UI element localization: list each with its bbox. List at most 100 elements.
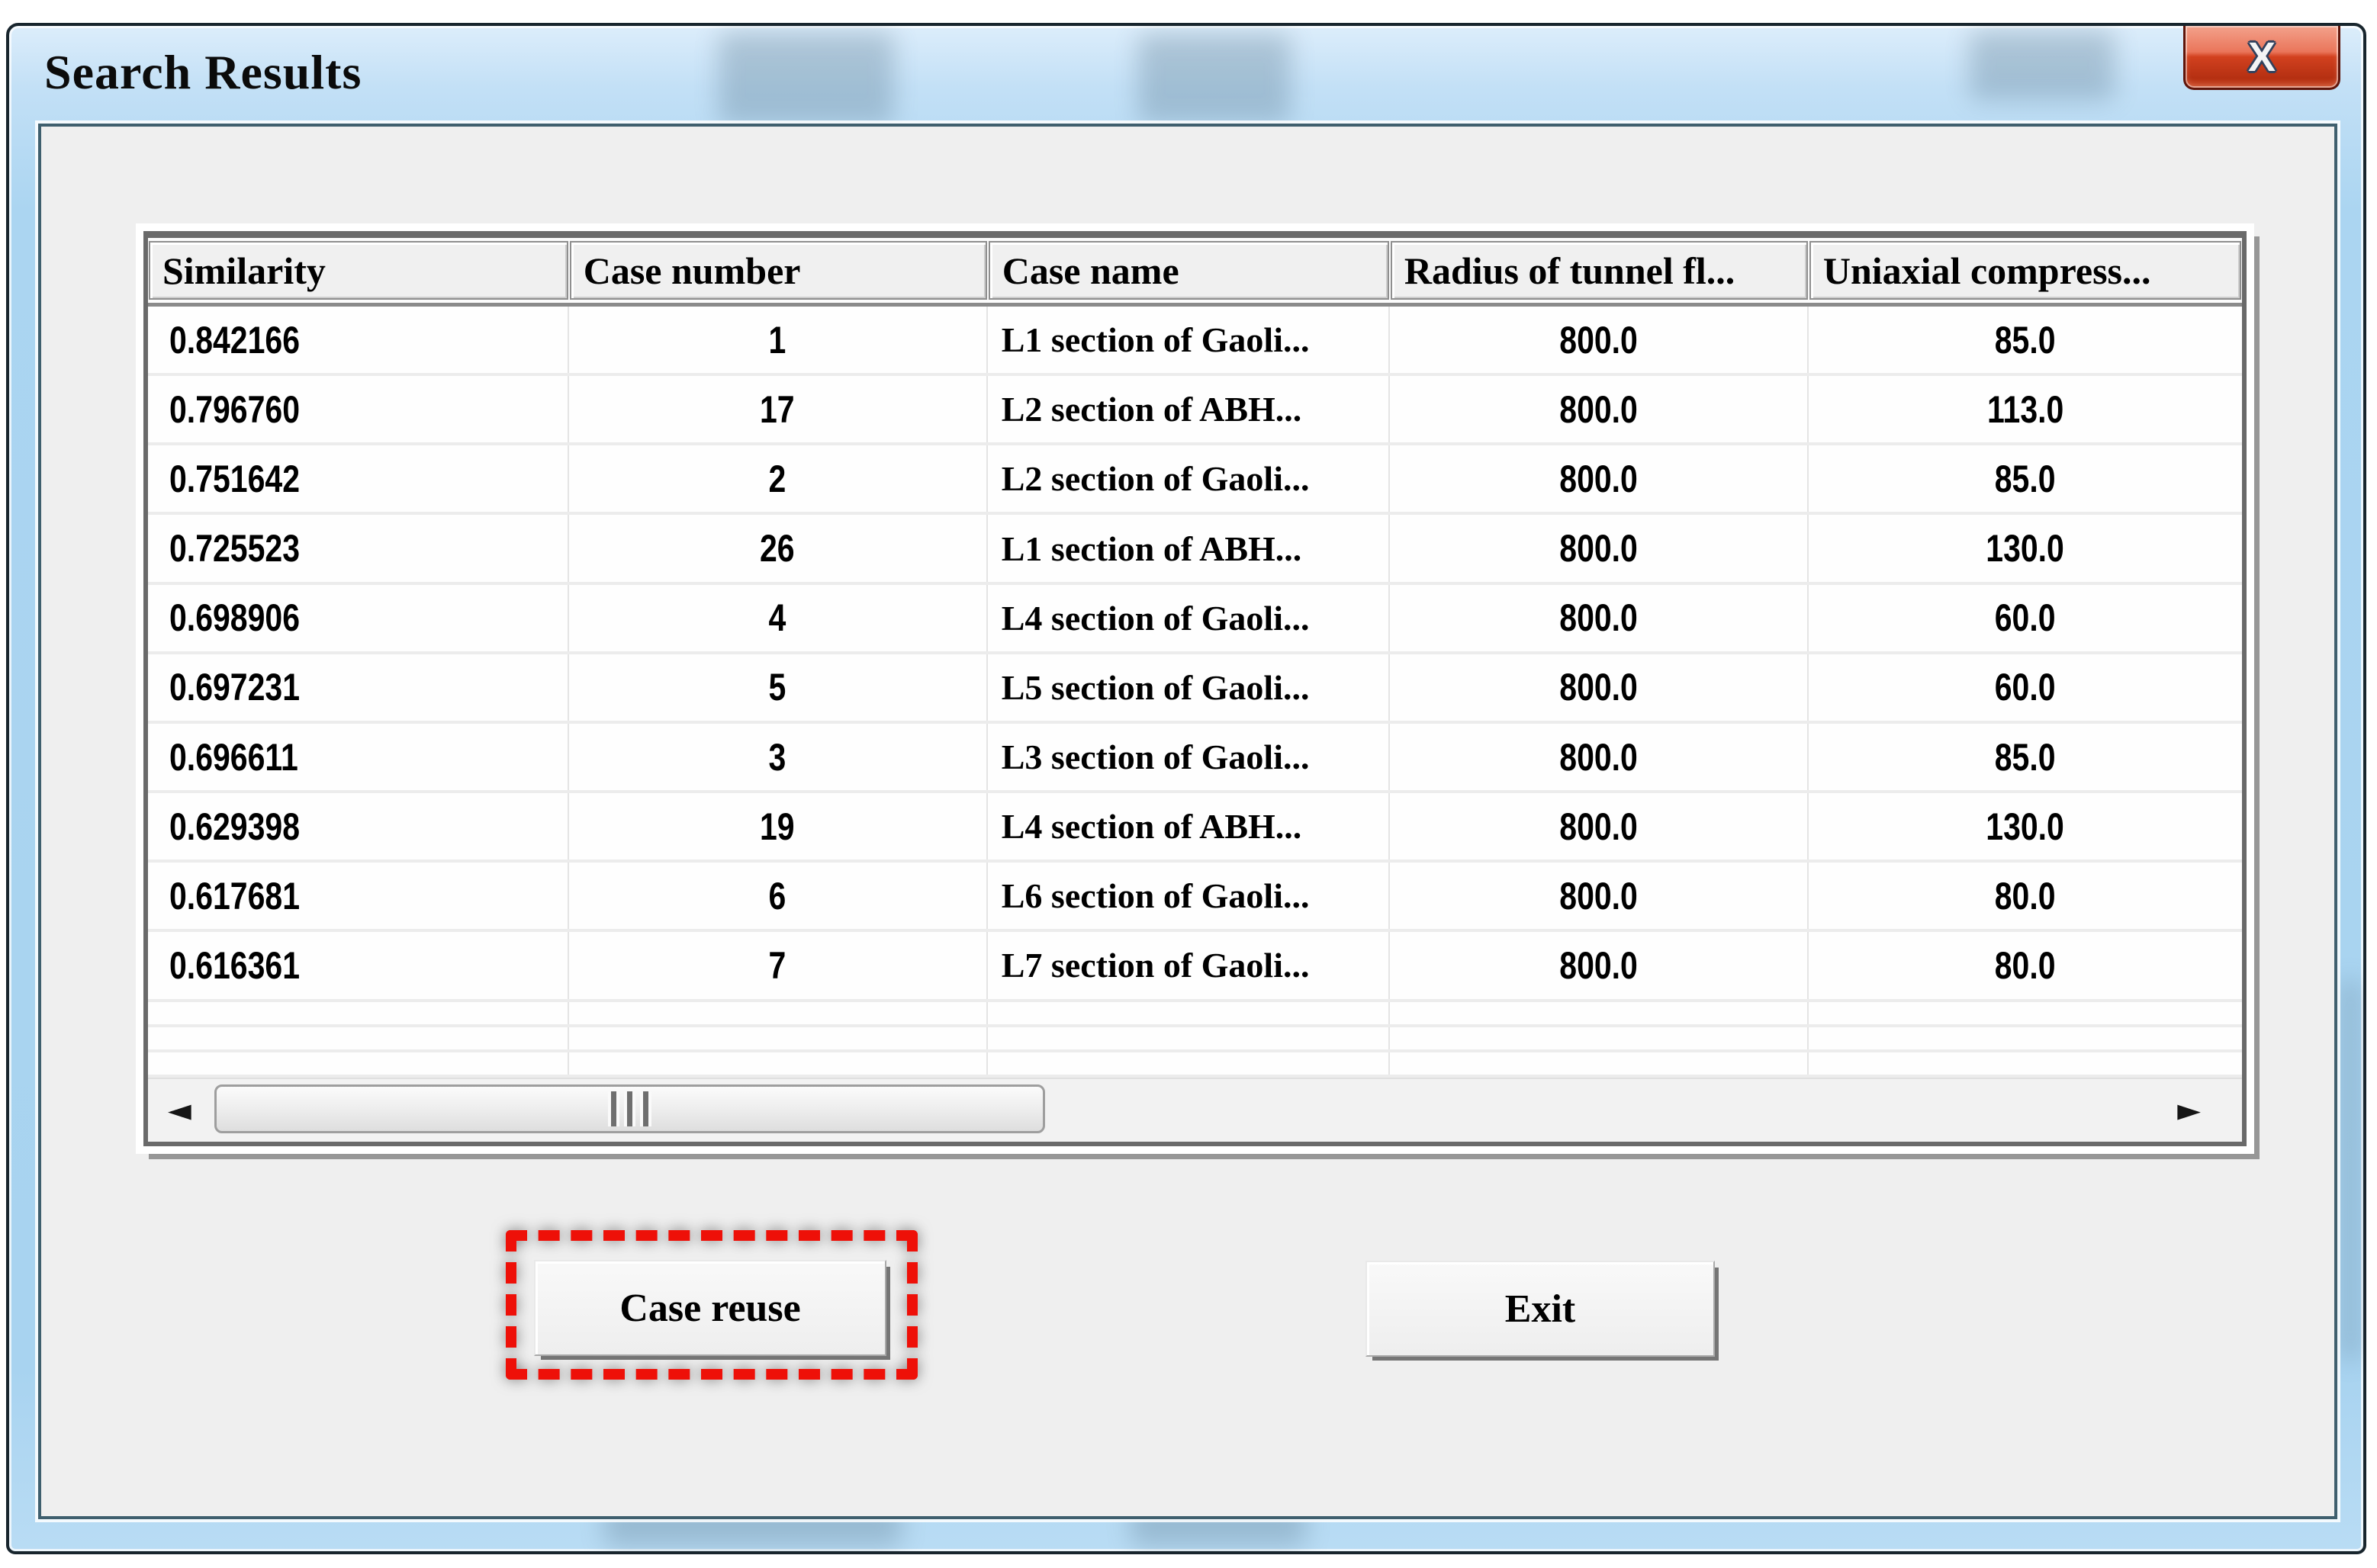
cell-radius: 800.0 [1390,863,1809,929]
cell-ucs: 60.0 [1809,654,2242,721]
table-row[interactable]: 0.6972315L5 section of Gaoli...800.060.0 [148,654,2242,724]
cell-case_name: L5 section of Gaoli... [988,654,1390,721]
dialog-client-area: SimilarityCase numberCase nameRadius of … [38,124,2337,1519]
table-row[interactable]: 0.6966113L3 section of Gaoli...800.085.0 [148,724,2242,793]
cell-case_number [569,1002,988,1024]
cell-radius [1390,1027,1809,1049]
cell-similarity [148,1027,569,1049]
cell-radius: 800.0 [1390,445,1809,512]
table-body: 0.8421661L1 section of Gaoli...800.085.0… [148,307,2242,1078]
cell-case_number [569,1052,988,1075]
cell-case_number: 1 [569,307,988,373]
case-reuse-button[interactable]: Case reuse [534,1260,886,1356]
table-header-row: SimilarityCase numberCase nameRadius of … [148,238,2242,307]
exit-button[interactable]: Exit [1365,1261,1715,1357]
cell-radius [1390,1052,1809,1075]
cell-similarity [148,1002,569,1024]
cell-case_number: 17 [569,376,988,442]
cell-ucs: 130.0 [1809,793,2242,860]
search-results-dialog: Search Results X SimilarityCase numberCa… [6,23,2366,1554]
scrollbar-left-arrow-icon[interactable]: ◄ [168,1095,191,1126]
table-row[interactable]: 0.79676017L2 section of ABH...800.0113.0 [148,376,2242,445]
cell-radius: 800.0 [1390,376,1809,442]
cell-ucs: 80.0 [1809,932,2242,998]
cell-case_number: 7 [569,932,988,998]
cell-case_name: L4 section of Gaoli... [988,585,1390,651]
cell-similarity: 0.751642 [148,445,569,512]
table-row[interactable]: 0.6989064L4 section of Gaoli...800.060.0 [148,585,2242,654]
cell-ucs: 113.0 [1809,376,2242,442]
cell-case_name: L1 section of Gaoli... [988,307,1390,373]
scrollbar-right-arrow-icon[interactable]: ► [2177,1095,2201,1126]
cell-radius: 800.0 [1390,585,1809,651]
cell-case_name: L3 section of Gaoli... [988,724,1390,790]
cell-radius: 800.0 [1390,793,1809,860]
cell-radius: 800.0 [1390,724,1809,790]
cell-ucs: 130.0 [1809,515,2242,581]
results-table: SimilarityCase numberCase nameRadius of … [143,231,2247,1146]
cell-similarity: 0.796760 [148,376,569,442]
cell-ucs [1809,1052,2242,1075]
scrollbar-thumb[interactable] [214,1084,1045,1133]
screenshot-root: Search Results X SimilarityCase numberCa… [0,0,2377,1568]
cell-ucs [1809,1002,2242,1024]
cell-case_name: L1 section of ABH... [988,515,1390,581]
table-row[interactable]: 0.6176816L6 section of Gaoli...800.080.0 [148,863,2242,932]
results-table-frame: SimilarityCase numberCase nameRadius of … [136,223,2254,1154]
cell-similarity: 0.725523 [148,515,569,581]
column-header-case_name[interactable]: Case name [989,241,1389,300]
cell-case_name: L6 section of Gaoli... [988,863,1390,929]
cell-ucs: 85.0 [1809,307,2242,373]
table-row[interactable]: 0.8421661L1 section of Gaoli...800.085.0 [148,307,2242,376]
cell-ucs: 60.0 [1809,585,2242,651]
table-row[interactable]: 0.7516422L2 section of Gaoli...800.085.0 [148,445,2242,515]
cell-radius: 800.0 [1390,654,1809,721]
close-icon: X [2248,34,2276,81]
cell-ucs: 80.0 [1809,863,2242,929]
cell-case_number: 3 [569,724,988,790]
cell-radius: 800.0 [1390,307,1809,373]
table-row [148,1027,2242,1052]
column-header-case_number[interactable]: Case number [570,241,987,300]
cell-case_name [988,1002,1390,1024]
horizontal-scrollbar[interactable]: ◄ ► [148,1078,2242,1142]
close-button[interactable]: X [2183,26,2340,90]
column-header-radius[interactable]: Radius of tunnel fl... [1391,241,1808,300]
scrollbar-grip-icon [627,1091,632,1126]
table-row[interactable]: 0.62939819L4 section of ABH...800.0130.0 [148,793,2242,863]
scrollbar-grip-icon [611,1091,616,1126]
column-header-ucs[interactable]: Uniaxial compress... [1809,241,2241,300]
cell-case_name: L4 section of ABH... [988,793,1390,860]
glass-reflection [719,32,894,125]
scrollbar-grip-icon [643,1091,648,1126]
cell-similarity: 0.616361 [148,932,569,998]
cell-ucs: 85.0 [1809,445,2242,512]
glass-reflection [2340,979,2360,1361]
cell-case_number: 6 [569,863,988,929]
cell-case_number: 4 [569,585,988,651]
cell-case_name: L7 section of Gaoli... [988,932,1390,998]
glass-reflection [1138,34,1291,124]
cell-similarity: 0.696611 [148,724,569,790]
table-row[interactable]: 0.6163617L7 section of Gaoli...800.080.0 [148,932,2242,1001]
cell-ucs [1809,1027,2242,1049]
cell-radius: 800.0 [1390,932,1809,998]
cell-similarity: 0.697231 [148,654,569,721]
cell-radius: 800.0 [1390,515,1809,581]
cell-case_number: 26 [569,515,988,581]
cell-case_name: L2 section of Gaoli... [988,445,1390,512]
cell-case_name [988,1052,1390,1075]
table-row[interactable]: 0.72552326L1 section of ABH...800.0130.0 [148,515,2242,584]
cell-case_name [988,1027,1390,1049]
window-title: Search Results [44,44,362,101]
glass-reflection [1970,31,2115,101]
table-row [148,1052,2242,1078]
cell-case_number: 19 [569,793,988,860]
cell-similarity: 0.698906 [148,585,569,651]
cell-similarity: 0.629398 [148,793,569,860]
cell-similarity: 0.617681 [148,863,569,929]
column-header-similarity[interactable]: Similarity [149,241,568,300]
cell-case_number [569,1027,988,1049]
cell-similarity: 0.842166 [148,307,569,373]
cell-case_number: 2 [569,445,988,512]
